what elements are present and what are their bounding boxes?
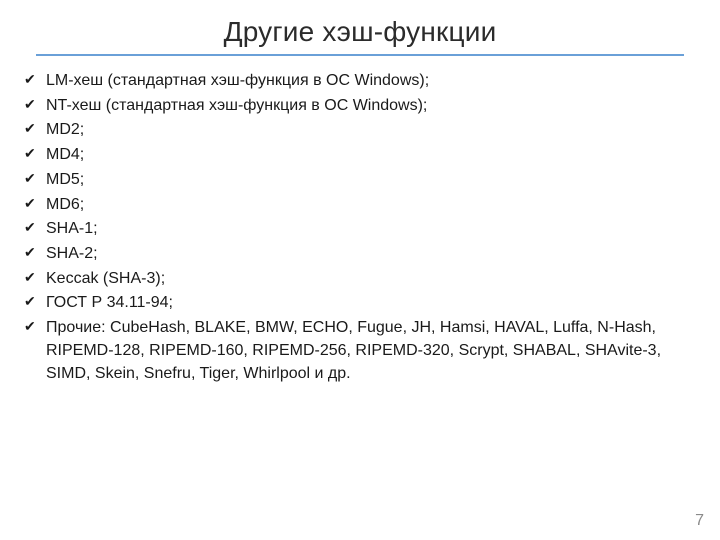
list-item: MD4; [22,144,692,167]
list-item: MD5; [22,169,692,192]
list-item: MD2; [22,119,692,142]
title-underline [36,54,684,56]
list-item: Прочие: CubeHash, BLAKE, BMW, ECHO, Fugu… [22,317,692,385]
list-item: ГОСТ Р 34.11-94; [22,292,692,315]
list-item: NT-хеш (стандартная хэш-функция в ОС Win… [22,95,692,118]
list-item: Keccak (SHA-3); [22,268,692,291]
slide-content: LM-хеш (стандартная хэш-функция в ОС Win… [0,70,720,385]
page-number: 7 [695,512,704,530]
list-item: SHA-2; [22,243,692,266]
list-item: SHA-1; [22,218,692,241]
slide: { "title": "Другие хэш-функции", "items"… [0,0,720,540]
slide-title: Другие хэш-функции [0,0,720,54]
list-item: LM-хеш (стандартная хэш-функция в ОС Win… [22,70,692,93]
list-item: MD6; [22,194,692,217]
bullet-list: LM-хеш (стандартная хэш-функция в ОС Win… [22,70,692,385]
